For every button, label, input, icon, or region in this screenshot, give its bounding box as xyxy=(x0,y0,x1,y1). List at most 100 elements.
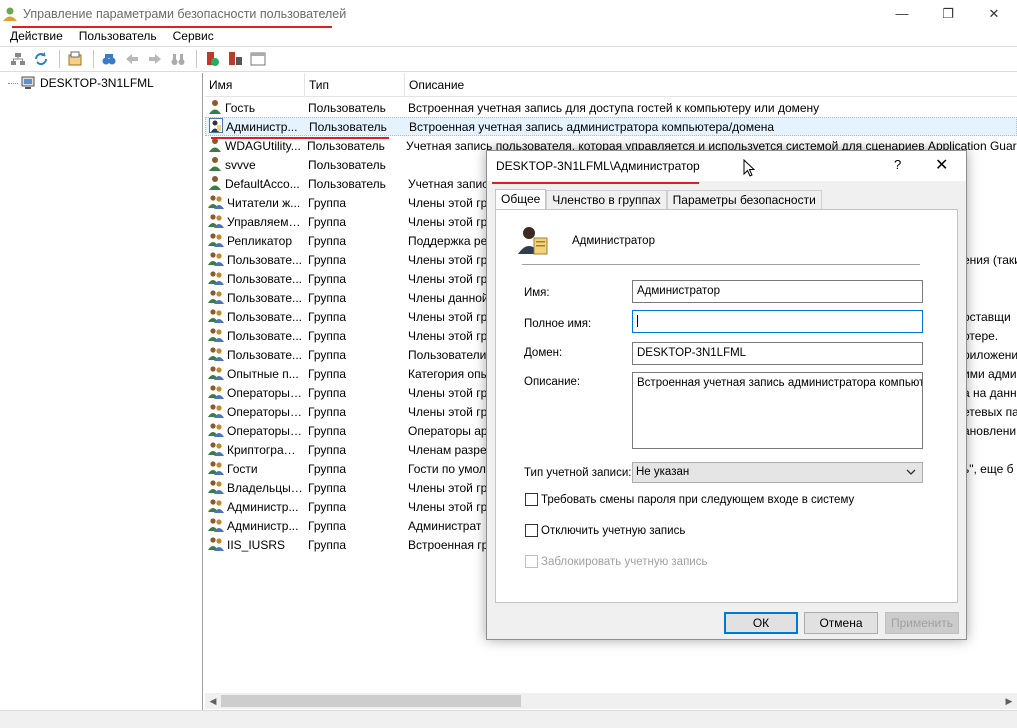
scroll-left-icon[interactable]: ◀ xyxy=(205,693,221,709)
domain-field[interactable]: DESKTOP-3N1LFML xyxy=(632,342,923,365)
menu-user[interactable]: Пользователь xyxy=(73,29,163,43)
cell-name: Операторы ... xyxy=(205,422,305,440)
lock-account-checkbox: Заблокировать учетную запись xyxy=(525,555,707,568)
cell-description: Члены этой гр xyxy=(408,195,488,210)
name-field[interactable]: Администратор xyxy=(632,280,923,303)
enable-icon[interactable] xyxy=(202,49,222,69)
back-arrow-icon[interactable] xyxy=(122,49,142,69)
column-header-type[interactable]: Тип xyxy=(305,73,405,97)
cell-name: WDAGUtility... xyxy=(205,137,304,155)
account-type-value: Не указан xyxy=(636,466,690,478)
minimize-button[interactable]: — xyxy=(879,0,925,27)
cell-name: Гость xyxy=(205,99,305,117)
cell-type: Пользователь xyxy=(307,138,385,153)
cell-name-text: Операторы ... xyxy=(227,404,303,419)
refresh-icon[interactable] xyxy=(31,49,51,69)
cell-name-text: Операторы ... xyxy=(227,423,303,438)
dialog-close-button[interactable]: ✕ xyxy=(935,155,948,175)
toolbar-separator xyxy=(93,50,94,68)
forward-arrow-icon[interactable] xyxy=(145,49,165,69)
cell-description: Категория опы xyxy=(408,366,490,381)
cell-type: Пользователь xyxy=(308,176,386,191)
disable-account-checkbox[interactable]: Отключить учетную запись xyxy=(525,524,685,537)
column-header-name[interactable]: Имя xyxy=(205,73,305,97)
scroll-right-icon[interactable]: ▶ xyxy=(1001,693,1017,709)
cell-name: Управляема... xyxy=(205,213,305,231)
chevron-down-icon xyxy=(906,469,916,475)
cell-description-tail: ь", еще б xyxy=(963,461,1014,476)
cell-type: Группа xyxy=(308,290,347,305)
cell-description-tail: етевых па xyxy=(963,404,1017,419)
cell-name-text: Администр... xyxy=(227,518,299,533)
table-row[interactable]: Администр... Пользователь Встроенная учетн… xyxy=(205,117,1017,136)
title-bar: Управление параметрами безопасности поль… xyxy=(0,0,1017,27)
cell-description: Члены этой гр xyxy=(408,385,488,400)
account-type-select[interactable]: Не указан xyxy=(632,462,923,483)
column-header-description[interactable]: Описание xyxy=(405,73,1017,97)
cell-type: Группа xyxy=(308,537,347,552)
cell-description-tail: отере. xyxy=(963,328,999,343)
group-icon xyxy=(208,270,224,288)
cancel-button[interactable]: Отмена xyxy=(804,612,878,634)
require-password-change-label: Требовать смены пароля при следующем вхо… xyxy=(541,493,855,506)
cell-name-text: Операторы ... xyxy=(227,385,303,400)
cell-name: IIS_IUSRS xyxy=(205,536,305,554)
binoculars-icon[interactable] xyxy=(168,49,188,69)
close-button[interactable]: ✕ xyxy=(971,0,1017,27)
fullname-field[interactable] xyxy=(632,310,923,333)
cell-name: Гости xyxy=(205,460,305,478)
cell-name-text: Опытные п... xyxy=(227,366,299,381)
cell-type: Группа xyxy=(308,442,347,457)
cell-name-text: Криптограф... xyxy=(227,442,303,457)
group-icon xyxy=(208,308,224,326)
table-row[interactable]: Гость Пользователь Встроенная учетная запи… xyxy=(205,98,1017,117)
divider xyxy=(522,264,920,265)
cell-name: Пользовате... xyxy=(205,327,305,345)
cell-name: DefaultAcco... xyxy=(205,175,305,193)
find-icon[interactable] xyxy=(99,49,119,69)
menu-action[interactable]: Действие xyxy=(4,29,69,43)
report-icon[interactable] xyxy=(225,49,245,69)
require-password-change-checkbox[interactable]: Требовать смены пароля при следующем вхо… xyxy=(525,493,854,506)
user-admin-icon xyxy=(518,227,548,255)
group-icon xyxy=(208,194,224,212)
tab-security[interactable]: Параметры безопасности xyxy=(666,190,822,209)
checkbox-box xyxy=(525,524,538,537)
horizontal-scrollbar[interactable]: ◀ ▶ xyxy=(205,693,1017,709)
description-field[interactable]: Встроенная учетная запись администратора… xyxy=(632,372,923,449)
user-icon xyxy=(208,156,222,174)
domain-label: Домен: xyxy=(524,347,563,359)
cell-name-text: Пользовате... xyxy=(227,290,303,305)
scroll-thumb[interactable] xyxy=(221,695,521,707)
tree-item-computer[interactable]: DESKTOP-3N1LFML xyxy=(8,75,154,91)
checkbox-box xyxy=(525,493,538,506)
annotation-underline-admin xyxy=(211,137,389,139)
cell-type: Группа xyxy=(308,328,347,343)
cell-name-text: Гость xyxy=(225,100,256,115)
help-button[interactable]: ? xyxy=(894,157,901,172)
tab-general[interactable]: Общее xyxy=(495,189,547,210)
cell-name-text: Репликатор xyxy=(227,233,292,248)
cell-name: Операторы ... xyxy=(205,384,305,402)
cell-description: Члены этой гр xyxy=(408,404,488,419)
window-icon[interactable] xyxy=(248,49,268,69)
tab-membership[interactable]: Членство в группах xyxy=(546,190,667,209)
properties-icon[interactable] xyxy=(65,49,85,69)
cell-name: Администр... xyxy=(205,517,305,535)
ok-button[interactable]: ОК xyxy=(724,612,798,634)
network-icon[interactable] xyxy=(8,49,28,69)
maximize-button[interactable]: ❐ xyxy=(925,0,971,27)
group-icon xyxy=(208,251,224,269)
menu-service[interactable]: Сервис xyxy=(167,29,220,43)
user-icon xyxy=(208,137,222,155)
cell-name: svvve xyxy=(205,156,305,174)
cell-name: Пользовате... xyxy=(205,270,305,288)
cell-description-tail: а на данн xyxy=(963,385,1017,400)
cell-description: Встроенная гр xyxy=(408,537,489,552)
cell-description: Встроенная учетная запись администратора… xyxy=(409,119,775,134)
cell-description: Членам разре xyxy=(408,442,487,457)
cell-description: Члены этой гр xyxy=(408,480,488,495)
dialog-title-bar: DESKTOP-3N1LFML\Администратор ? ✕ xyxy=(487,151,966,181)
cell-name: Опытные п... xyxy=(205,365,305,383)
cell-name: Администр... xyxy=(205,498,305,516)
